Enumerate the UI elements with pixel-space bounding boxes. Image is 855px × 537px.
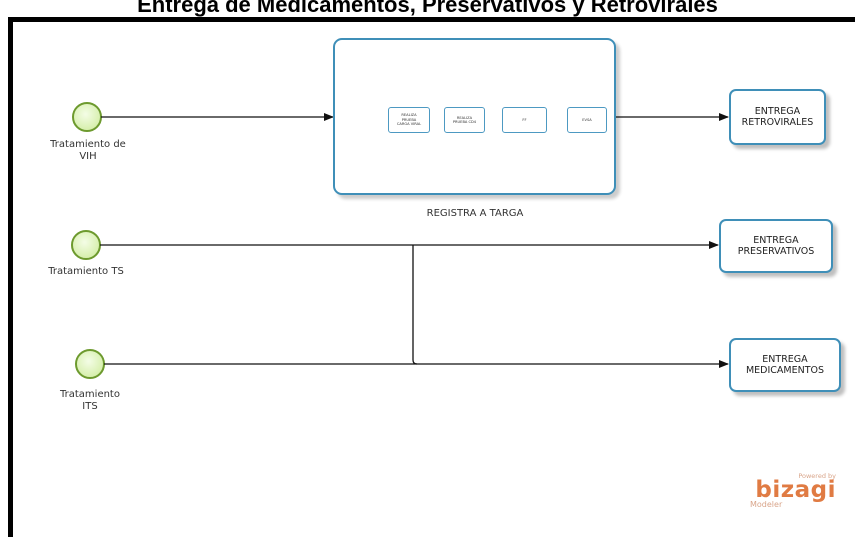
start-event-vih[interactable]	[72, 102, 102, 132]
event-label-ts: Tratamiento TS	[48, 266, 124, 277]
subprocess-task-cd4[interactable]: REALIZA PRUEBA CD4	[444, 107, 485, 133]
bizagi-watermark: Powered by bizagi Modeler	[736, 472, 836, 509]
task-entrega-medicamentos[interactable]: ENTREGA MEDICAMENTOS	[729, 338, 841, 392]
subprocess-task-evsa[interactable]: EVSA	[567, 107, 607, 133]
flow-connector-vertical[interactable]	[412, 245, 418, 365]
subprocess-registra-a-targa[interactable]: REALIZA PRUEBA CARGA VIRAL REALIZA PRUEB…	[333, 38, 616, 195]
task-entrega-preservativos[interactable]: ENTREGA PRESERVATIVOS	[719, 219, 833, 273]
subprocess-task-carga-viral[interactable]: REALIZA PRUEBA CARGA VIRAL	[388, 107, 430, 133]
subprocess-task-ff[interactable]: FF	[502, 107, 547, 133]
bizagi-logo: bizagi	[755, 477, 836, 503]
event-label-its: Tratamiento ITS	[60, 389, 120, 412]
start-event-its[interactable]	[75, 349, 105, 379]
event-label-vih: Tratamiento de VIH	[50, 139, 126, 162]
subprocess-label: REGISTRA A TARGA	[426, 208, 524, 219]
start-event-ts[interactable]	[71, 230, 101, 260]
task-entrega-retrovirales[interactable]: ENTREGA RETROVIRALES	[729, 89, 826, 145]
